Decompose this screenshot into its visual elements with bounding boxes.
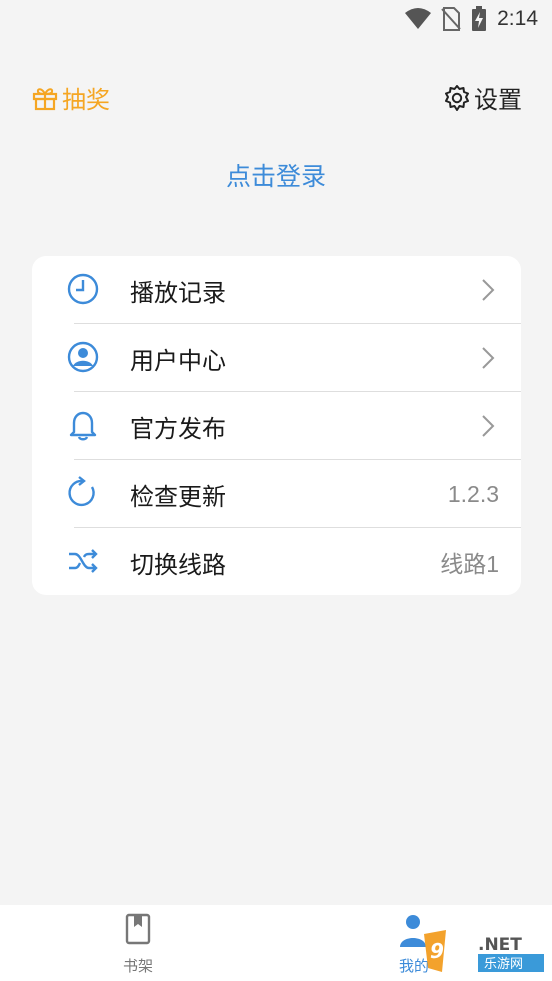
settings-button[interactable]: 设置	[444, 80, 522, 115]
status-time: 2:14	[497, 7, 538, 30]
nav-bookshelf[interactable]: 书架	[78, 905, 198, 981]
menu-item-official-releases[interactable]: 官方发布	[32, 392, 521, 460]
user-circle-icon	[67, 341, 99, 373]
chevron-right-icon	[482, 415, 495, 437]
lottery-button[interactable]: 抽奖	[32, 80, 110, 115]
book-icon	[125, 913, 151, 945]
watermark-logo: 962 .NET 乐游网	[424, 930, 544, 972]
chevron-right-icon	[482, 347, 495, 369]
menu-card: 播放记录 用户中心 官方发布 检查更新 1.2.3 切换线路 线路1	[32, 256, 521, 595]
menu-item-label: 官方发布	[130, 414, 226, 443]
chevron-right-icon	[482, 279, 495, 301]
menu-item-user-center[interactable]: 用户中心	[32, 324, 521, 392]
menu-item-label: 用户中心	[130, 346, 226, 375]
menu-item-switch-route[interactable]: 切换线路 线路1	[32, 528, 521, 595]
gift-icon	[32, 87, 58, 110]
menu-item-check-update[interactable]: 检查更新 1.2.3	[32, 460, 521, 528]
clock-icon	[67, 273, 99, 305]
shuffle-icon	[69, 549, 98, 573]
nav-label: 书架	[122, 957, 153, 975]
menu-item-play-history[interactable]: 播放记录	[32, 256, 521, 324]
bell-icon	[69, 411, 97, 441]
svg-text:962: 962	[430, 939, 472, 963]
battery-charging-icon	[472, 6, 487, 31]
login-link[interactable]: 点击登录	[0, 157, 552, 193]
lottery-label: 抽奖	[62, 86, 110, 114]
svg-text:.NET: .NET	[478, 935, 522, 955]
wifi-icon	[405, 8, 432, 29]
gear-icon	[445, 84, 469, 111]
app-screen: 2:14 抽奖 设置 点击登录 播放记录 用户中心 官方发布 检查更新 1.2.…	[0, 0, 552, 981]
no-sim-icon	[441, 7, 461, 31]
menu-item-label: 检查更新	[130, 482, 226, 511]
status-bar: 2:14	[0, 0, 552, 38]
route-value: 线路1	[440, 551, 499, 577]
version-value: 1.2.3	[447, 480, 499, 507]
menu-item-label: 播放记录	[130, 278, 226, 307]
svg-text:乐游网: 乐游网	[484, 957, 523, 972]
status-icons: 2:14	[405, 6, 538, 32]
settings-label: 设置	[474, 86, 522, 114]
menu-item-label: 切换线路	[130, 550, 226, 579]
refresh-icon	[68, 476, 95, 507]
